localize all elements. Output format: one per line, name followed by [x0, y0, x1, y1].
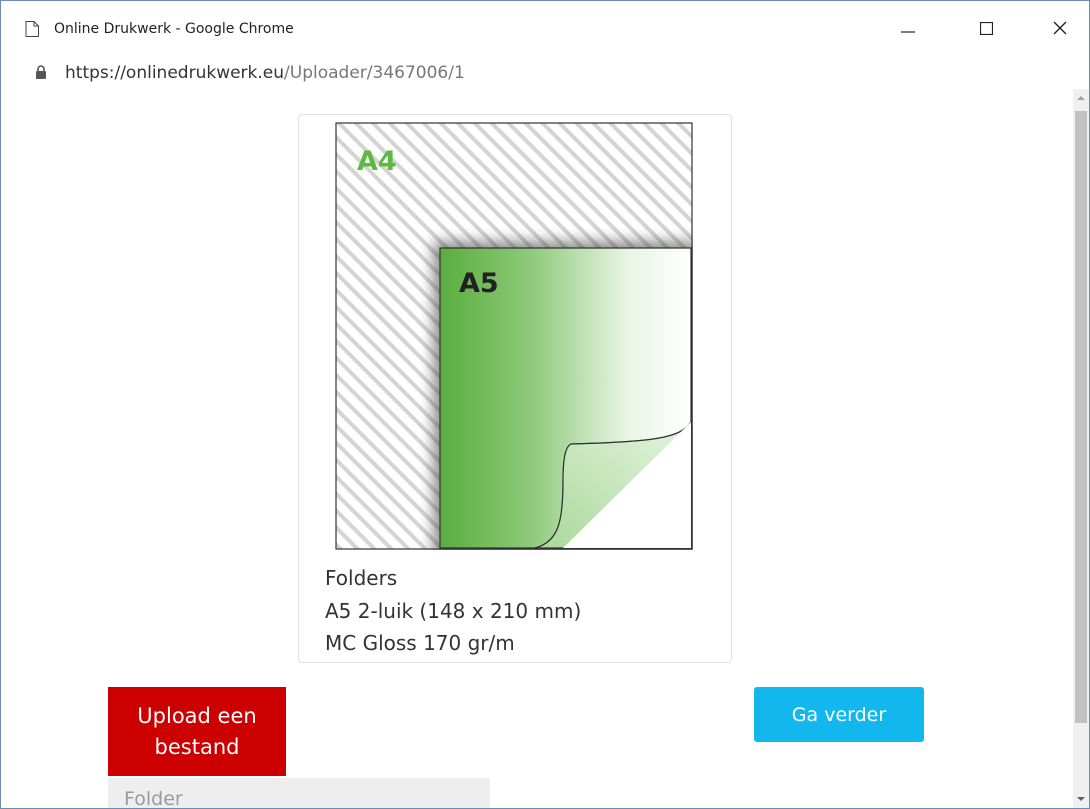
- minimize-icon: [901, 31, 915, 33]
- browser-window: Online Drukwerk - Google Chrome https://…: [0, 0, 1090, 809]
- lock-icon: [36, 65, 46, 79]
- page-content: A4 A5 Folders A5 2-luik (148 x 210 mm) M…: [1, 89, 1071, 808]
- a5-label: A5: [459, 268, 499, 299]
- product-category: Folders: [325, 566, 398, 590]
- address-bar[interactable]: https://onlinedrukwerk.eu/Uploader/34670…: [1, 59, 1089, 89]
- close-button[interactable]: [1037, 11, 1083, 45]
- maximize-button[interactable]: [963, 11, 1009, 45]
- a4-label: A4: [357, 146, 397, 177]
- window-title: Online Drukwerk - Google Chrome: [54, 21, 294, 37]
- product-paper: MC Gloss 170 gr/m: [325, 631, 515, 655]
- folder-field[interactable]: Folder: [108, 778, 490, 808]
- folder-field-placeholder: Folder: [124, 788, 183, 808]
- url-path: /Uploader/3467006/1: [284, 63, 465, 83]
- page-icon: [25, 21, 39, 37]
- vertical-scrollbar[interactable]: [1073, 89, 1089, 808]
- product-card: A4 A5 Folders A5 2-luik (148 x 210 mm) M…: [298, 114, 732, 663]
- close-icon: [1053, 21, 1067, 35]
- scroll-thumb[interactable]: [1075, 111, 1087, 723]
- product-format: A5 2-luik (148 x 210 mm): [325, 599, 582, 623]
- format-preview-image: A4 A5: [335, 122, 693, 550]
- scroll-up-arrow-icon[interactable]: [1073, 91, 1089, 105]
- maximize-icon: [979, 21, 993, 35]
- title-bar: Online Drukwerk - Google Chrome: [1, 1, 1089, 59]
- continue-button[interactable]: Ga verder: [754, 687, 924, 742]
- url-text[interactable]: https://onlinedrukwerk.eu/Uploader/34670…: [65, 63, 465, 83]
- scroll-down-arrow-icon[interactable]: [1073, 792, 1089, 806]
- url-domain: https://onlinedrukwerk.eu: [65, 63, 285, 83]
- upload-file-button[interactable]: Upload een bestand: [108, 687, 286, 776]
- upload-file-label: Upload een bestand: [137, 703, 257, 759]
- minimize-button[interactable]: [885, 11, 931, 45]
